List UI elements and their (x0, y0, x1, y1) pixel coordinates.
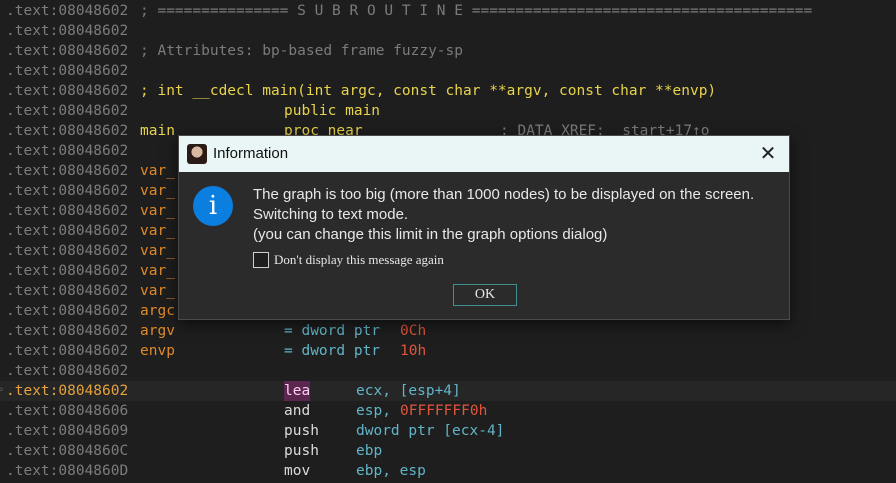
line-address: .text:08048602 (6, 163, 129, 179)
code-token: = dword ptr (284, 343, 381, 359)
information-dialog: Information ✕ i The graph is too big (mo… (178, 135, 790, 320)
code-token: ebp (356, 443, 383, 459)
line-address: .text:08048602 (6, 63, 129, 79)
listing-line[interactable]: .text:0804860D mov ebp, esp (0, 461, 896, 481)
code-token: 0Ch (400, 323, 427, 339)
code-token: push (284, 423, 319, 439)
line-address: .text:08048602 (6, 283, 129, 299)
listing-line[interactable]: .text:08048609 push dword ptr [ecx-4] (0, 421, 896, 441)
line-address: .text:08048602 (6, 203, 129, 219)
listing-line[interactable]: .text:08048602 ; int __cdecl main(int arg… (0, 81, 896, 101)
listing-line[interactable]: .text:0804860C push ebp (0, 441, 896, 461)
listing-line[interactable]: .text:08048602 ; Attributes: bp-based fra… (0, 41, 896, 61)
listing-line[interactable]: .text:08048602 ; =============== S U B R … (0, 1, 896, 21)
code-token: lea (284, 381, 311, 401)
information-icon: i (193, 186, 233, 226)
dialog-titlebar[interactable]: Information ✕ (179, 136, 789, 172)
code-token: dword ptr [ecx-4] (356, 423, 505, 439)
line-address: .text:08048602 (6, 43, 129, 59)
dont-display-checkbox[interactable] (253, 252, 269, 268)
code-token: 10h (400, 343, 427, 359)
line-address: .text:08048609 (6, 423, 129, 439)
code-token: var_ (140, 203, 175, 219)
line-address: .text:08048602 (6, 143, 129, 159)
code-token: ; Attributes: bp-based frame fuzzy-sp (140, 43, 464, 59)
listing-line[interactable]: .text:08048602 (0, 21, 896, 41)
dont-display-checkbox-label[interactable]: Don't display this message again (274, 251, 444, 269)
current-line-marker-icon: ◦ (0, 385, 5, 396)
code-token: var_ (140, 243, 175, 259)
code-token: = dword ptr (284, 323, 381, 339)
line-address: .text:08048602 (6, 183, 129, 199)
code-token: var_ (140, 163, 175, 179)
code-token: var_ (140, 283, 175, 299)
close-icon[interactable]: ✕ (755, 141, 781, 167)
code-token: ; =============== S U B R O U T I N E ==… (140, 3, 813, 19)
listing-line[interactable]: .text:08048602 (0, 361, 896, 381)
line-address: .text:08048602 (6, 343, 129, 359)
code-token: public main (284, 103, 381, 119)
message-line-3: (you can change this limit in the graph … (253, 226, 608, 243)
line-address: .text:0804860C (6, 443, 129, 459)
code-token: main (140, 123, 175, 139)
line-address: .text:08048602 (6, 3, 129, 19)
dialog-title: Information (213, 145, 289, 162)
line-address: .text:08048602 (6, 383, 129, 399)
code-token: push (284, 443, 319, 459)
line-address: .text:08048602 (6, 263, 129, 279)
code-token: and (284, 403, 311, 419)
app-avatar-icon (187, 144, 207, 164)
line-address: .text:0804860D (6, 463, 129, 479)
code-token: ebp, esp (356, 463, 426, 479)
line-address: .text:08048602 (6, 223, 129, 239)
message-line-1: The graph is too big (more than 1000 nod… (253, 186, 755, 203)
code-token: var_ (140, 223, 175, 239)
listing-line[interactable]: .text:08048602 envp = dword ptr 10h (0, 341, 896, 361)
listing-line[interactable]: .text:08048606 and esp, 0FFFFFFF0h (0, 401, 896, 421)
ok-button[interactable]: OK (453, 284, 517, 306)
code-token: esp, (356, 403, 400, 419)
code-token: 0FFFFFFF0h (400, 403, 488, 419)
code-token: ecx, [esp+4] (356, 383, 461, 399)
code-token: envp (140, 343, 175, 359)
listing-line[interactable]: .text:08048602 public main (0, 101, 896, 121)
line-address: .text:08048602 (6, 363, 129, 379)
line-address: .text:08048602 (6, 103, 129, 119)
listing-line[interactable]: .text:08048602 argv = dword ptr 0Ch (0, 321, 896, 341)
code-token: mov (284, 463, 311, 479)
code-token: var_ (140, 183, 175, 199)
line-address: .text:08048602 (6, 123, 129, 139)
listing-line[interactable]: ◦ .text:08048602 lea ecx, [esp+4] (0, 381, 896, 401)
line-address: .text:08048602 (6, 323, 129, 339)
line-address: .text:08048602 (6, 243, 129, 259)
code-token: argv (140, 323, 175, 339)
line-address: .text:08048602 (6, 23, 129, 39)
line-address: .text:08048602 (6, 83, 129, 99)
line-address: .text:08048606 (6, 403, 129, 419)
code-token: argc (140, 303, 175, 319)
message-line-2: Switching to text mode. (253, 206, 409, 223)
listing-line[interactable]: .text:08048602 (0, 61, 896, 81)
code-token: var_ (140, 263, 175, 279)
line-address: .text:08048602 (6, 303, 129, 319)
code-token: ; int __cdecl main(int argc, const char … (140, 83, 717, 99)
